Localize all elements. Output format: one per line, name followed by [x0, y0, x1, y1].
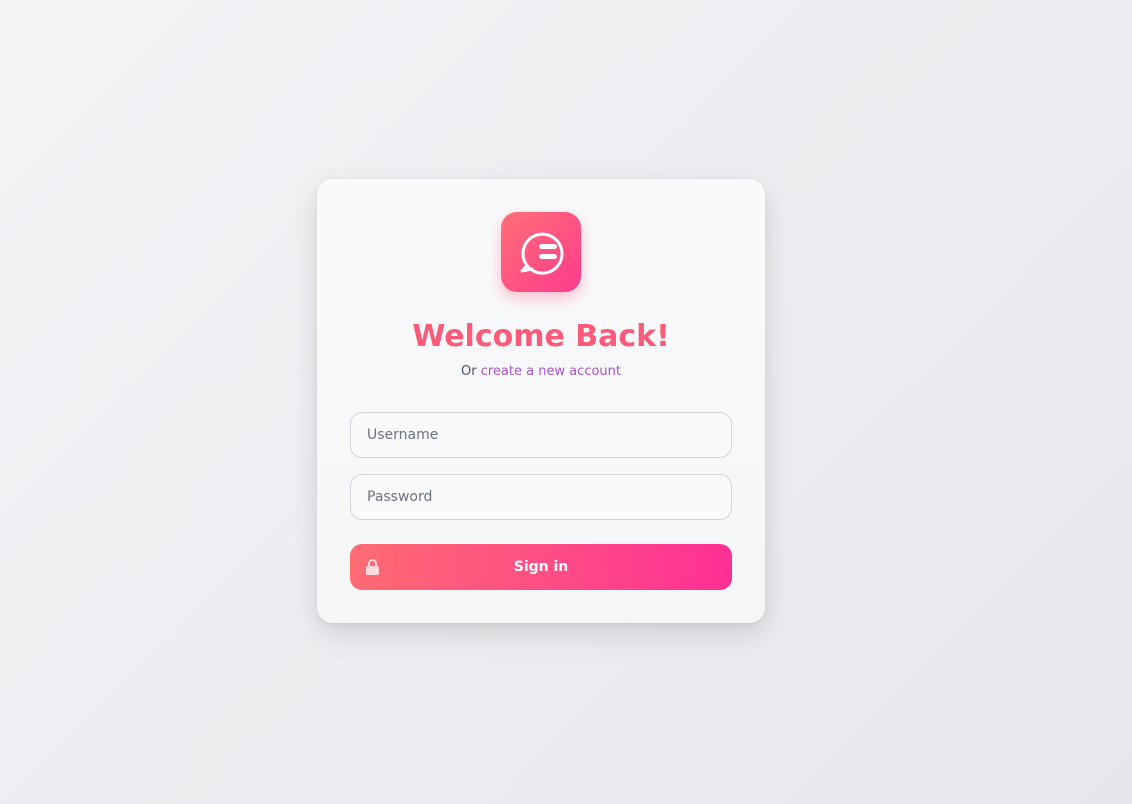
chat-bubble-icon	[520, 232, 564, 275]
sign-in-label: Sign in	[513, 559, 569, 575]
create-account-link[interactable]: create a new account	[481, 364, 621, 379]
lock-icon	[366, 559, 379, 575]
password-input[interactable]	[350, 474, 732, 520]
subtitle-prefix: Or	[460, 364, 477, 379]
username-input[interactable]	[350, 412, 732, 458]
sign-in-button[interactable]: Sign in	[350, 544, 732, 590]
page-title: Welcome Back!	[412, 319, 670, 354]
app-logo	[501, 212, 581, 292]
subtitle: Or create a new account	[350, 364, 732, 379]
login-card: Welcome Back! Or create a new account Si…	[317, 179, 765, 623]
